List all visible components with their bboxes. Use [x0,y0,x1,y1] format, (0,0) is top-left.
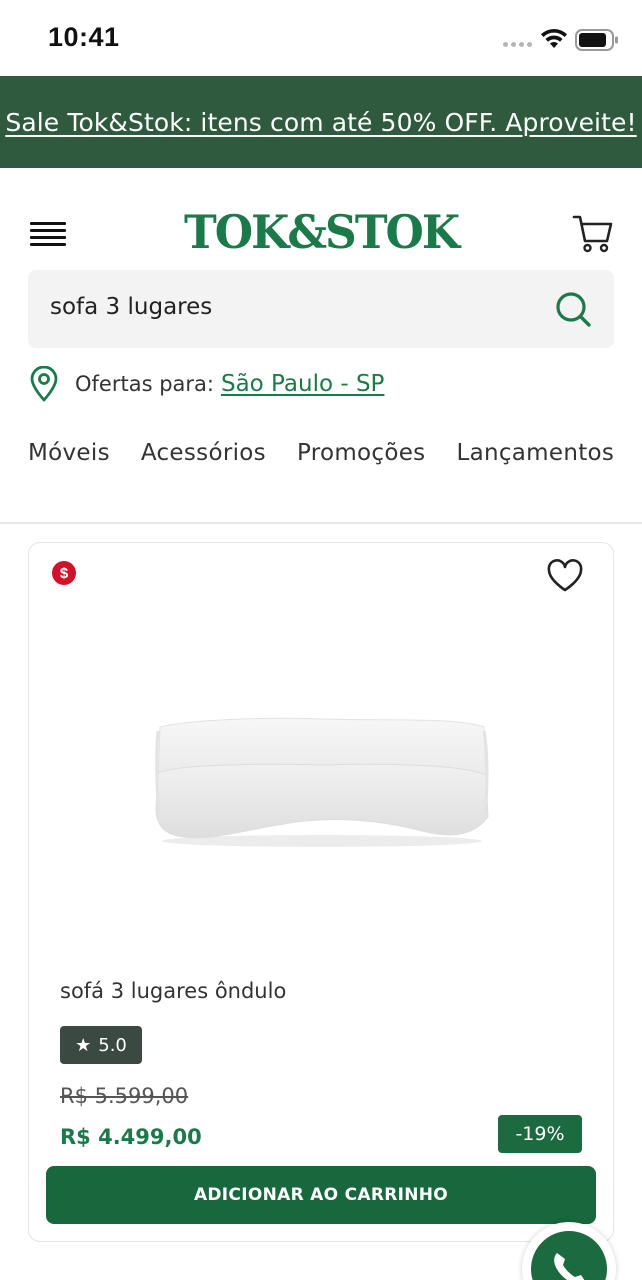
sale-badge: $ [52,561,76,585]
search-bar[interactable]: sofa 3 lugares [28,270,614,348]
whatsapp-button[interactable] [522,1222,616,1280]
logo[interactable]: TOK&STOK [184,206,460,260]
divider [0,522,642,524]
product-name[interactable]: sofá 3 lugares ôndulo [60,979,286,1003]
heart-icon[interactable] [546,559,584,593]
offers-label: Ofertas para: [75,372,214,396]
category-tab-promocoes[interactable]: Promoções [297,440,426,466]
product-card[interactable]: $ sofá 3 lugares ôndulo ★ 5.0 R$ 5.599,0… [28,542,614,1242]
promo-banner-link[interactable]: Sale Tok&Stok: itens com até 50% OFF. Ap… [5,108,636,137]
product-image[interactable] [154,713,490,853]
rating-value: 5.0 [98,1034,127,1056]
old-price: R$ 5.599,00 [60,1084,189,1108]
category-tab-acessorios[interactable]: Acessórios [141,440,266,466]
status-time: 10:41 [48,22,120,52]
promo-banner[interactable]: Sale Tok&Stok: itens com até 50% OFF. Ap… [0,76,642,168]
location-row: Ofertas para: São Paulo - SP [28,364,384,404]
category-tab-moveis[interactable]: Móveis [28,440,110,466]
current-price: R$ 4.499,00 [60,1125,202,1149]
star-icon: ★ [75,1034,92,1056]
cart-icon[interactable] [572,212,614,254]
category-tab-lancamentos[interactable]: Lançamentos [456,440,614,466]
battery-icon [575,29,618,51]
signal-icon [503,42,532,47]
city-link[interactable]: São Paulo - SP [221,371,384,397]
search-input[interactable]: sofa 3 lugares [50,294,212,320]
menu-icon[interactable] [30,222,66,246]
pin-icon [30,366,58,402]
add-to-cart-button[interactable]: ADICIONAR AO CARRINHO [46,1166,596,1224]
search-icon[interactable] [554,290,592,328]
status-bar: 10:41 [0,0,642,76]
rating-badge: ★ 5.0 [60,1026,142,1064]
discount-badge: -19% [498,1115,582,1153]
category-tabs: Móveis Acessórios Promoções Lançamentos [28,440,616,480]
whatsapp-icon[interactable] [531,1231,607,1280]
wifi-icon [541,28,567,48]
